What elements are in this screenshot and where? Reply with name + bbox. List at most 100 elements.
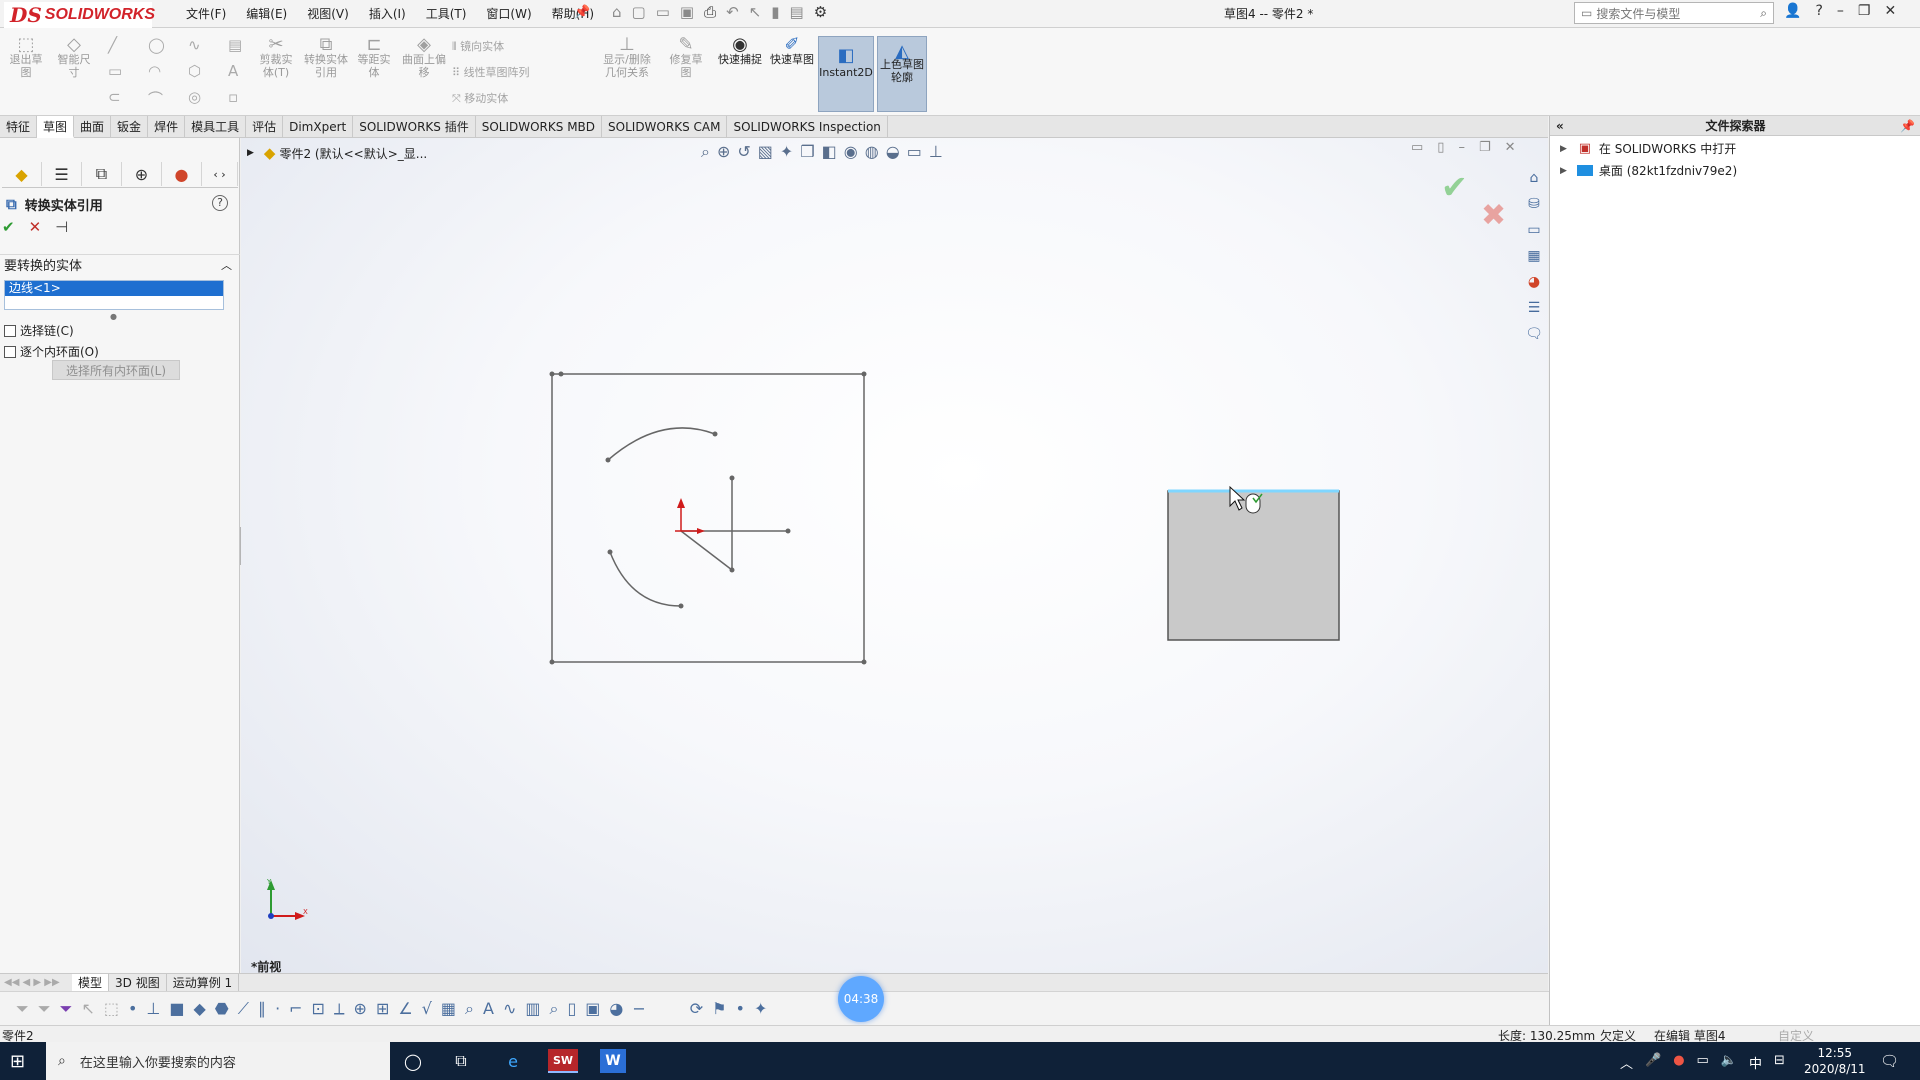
- tab-evaluate[interactable]: 评估: [246, 116, 284, 138]
- file-properties-icon[interactable]: ▤: [790, 3, 804, 21]
- image-icon[interactable]: ▣: [585, 999, 600, 1018]
- save-icon[interactable]: ▣: [680, 3, 694, 21]
- sketch-point[interactable]: [729, 475, 735, 481]
- circle-tool-icon[interactable]: ◯: [148, 36, 165, 54]
- home-icon[interactable]: ⌂: [612, 3, 622, 21]
- rebuild-icon[interactable]: ▮: [771, 3, 779, 21]
- user-account-icon[interactable]: 👤: [1784, 3, 1801, 19]
- ok-check-icon[interactable]: ✔: [2, 218, 15, 236]
- sketch-point[interactable]: [549, 659, 555, 665]
- instant2d-button[interactable]: ◧ Instant2D: [818, 36, 874, 112]
- close-icon[interactable]: ✕: [1884, 3, 1896, 19]
- menu-insert[interactable]: 插入(I): [359, 5, 416, 22]
- rotate-icon[interactable]: ⟳: [690, 999, 703, 1018]
- sketch-line-diagonal[interactable]: [680, 530, 733, 571]
- view-palette-icon[interactable]: ▦: [1523, 246, 1545, 266]
- collapse-pane-icon[interactable]: «: [1556, 116, 1564, 136]
- grid-snap-icon[interactable]: ⊞: [376, 999, 389, 1018]
- sketch-text-icon[interactable]: A: [228, 62, 238, 80]
- smart-dimension-button[interactable]: ◇ 智能尺寸: [54, 36, 94, 80]
- tab-navigation-arrows-icon[interactable]: ◀◀ ◀ ▶ ▶▶: [0, 977, 72, 988]
- tray-expand-chevron-icon[interactable]: ︿: [1620, 1053, 1633, 1072]
- linear-pattern-button[interactable]: ⠿ 线性草图阵列: [452, 64, 530, 80]
- undo-icon[interactable]: ↶: [726, 3, 739, 21]
- volume-icon[interactable]: 🔈: [1721, 1053, 1737, 1072]
- tab-surfaces[interactable]: 曲面: [74, 116, 112, 138]
- tabs-scroll-icon[interactable]: ‹ ›: [202, 162, 238, 186]
- flag-icon[interactable]: ⚑: [712, 999, 726, 1018]
- pin-menu-icon[interactable]: 📌: [574, 5, 590, 20]
- menu-view[interactable]: 视图(V): [297, 5, 359, 22]
- offset-on-surface-button[interactable]: ◈ 曲面上偏移: [402, 36, 446, 80]
- tab-solidworks-cam[interactable]: SOLIDWORKS CAM: [602, 116, 728, 138]
- taskbar-clock[interactable]: 12:55 2020/8/11: [1804, 1045, 1866, 1077]
- taskbar-search-input[interactable]: 在这里输入你要搜索的内容: [80, 1052, 236, 1071]
- help-icon[interactable]: ?: [1815, 3, 1822, 19]
- checkbox-box[interactable]: [4, 324, 16, 337]
- dash-icon[interactable]: −: [632, 999, 645, 1018]
- quick-snaps-button[interactable]: ◉ 快速捕捉: [718, 36, 762, 67]
- tab-solidworks-addins[interactable]: SOLIDWORKS 插件: [353, 116, 476, 138]
- design-library-icon[interactable]: ⛁: [1523, 194, 1545, 214]
- ime-language[interactable]: 中: [1749, 1053, 1762, 1072]
- arc-tool-icon[interactable]: ◠: [148, 62, 161, 80]
- sketch-point[interactable]: [549, 371, 555, 377]
- list-item-desktop[interactable]: ▶ 桌面 (82kt1fzdniv79e2): [1560, 162, 1737, 179]
- ime-mode-icon[interactable]: ⊟: [1774, 1053, 1785, 1072]
- sketch-point[interactable]: [607, 549, 613, 555]
- expand-arrow-icon[interactable]: ▶: [1560, 166, 1567, 176]
- polygon-tool-icon[interactable]: ⬡: [188, 62, 201, 80]
- new-document-icon[interactable]: ▢: [632, 3, 646, 21]
- slot-tool-icon[interactable]: ⊂: [108, 88, 121, 106]
- sketch-point[interactable]: [558, 371, 564, 377]
- measure-icon[interactable]: ⌕: [465, 999, 474, 1019]
- mirror-entities-button[interactable]: ⫴ 镜向实体: [452, 38, 504, 54]
- resize-handle-icon[interactable]: ●: [110, 312, 117, 321]
- parallel-relation-icon[interactable]: ∥: [258, 999, 266, 1018]
- tab-features[interactable]: 特征: [0, 116, 38, 138]
- help-icon[interactable]: ?: [212, 195, 228, 211]
- tab-solidworks-mbd[interactable]: SOLIDWORKS MBD: [476, 116, 603, 138]
- menu-file[interactable]: 文件(F): [176, 5, 236, 22]
- dimxpert-manager-tab-icon[interactable]: ⊕: [122, 162, 162, 186]
- chart-icon[interactable]: ▥: [525, 999, 540, 1018]
- filter-edges-icon[interactable]: ⏷: [38, 999, 51, 1019]
- entities-selection-box[interactable]: 边线<1>: [4, 280, 224, 310]
- print-icon[interactable]: ⎙: [704, 3, 716, 21]
- cancel-x-icon[interactable]: ✕: [29, 218, 42, 236]
- search-box[interactable]: ▭ 搜索文件与模型 ⌕: [1574, 2, 1774, 24]
- menu-tools[interactable]: 工具(T): [416, 5, 477, 22]
- task-view-icon[interactable]: ⧉: [448, 1049, 474, 1073]
- coincident-icon[interactable]: ⊡: [311, 999, 324, 1018]
- repair-sketch-button[interactable]: ✎ 修复草图: [666, 36, 706, 80]
- sketch-point[interactable]: [605, 457, 611, 463]
- sketch-point[interactable]: [729, 567, 735, 573]
- microphone-icon[interactable]: 🎤: [1645, 1053, 1661, 1072]
- tab-weldments[interactable]: 焊件: [148, 116, 186, 138]
- offset-entities-button[interactable]: ⊏ 等距实体: [354, 36, 394, 80]
- select-cursor-icon[interactable]: ↖: [749, 3, 762, 21]
- tab-solidworks-inspection[interactable]: SOLIDWORKS Inspection: [727, 116, 888, 138]
- antivirus-icon[interactable]: ●: [1673, 1053, 1684, 1072]
- list-item-open-in-solidworks[interactable]: ▶ ▣ 在 SOLIDWORKS 中打开: [1560, 140, 1736, 157]
- exit-sketch-button[interactable]: ⬚ 退出草图: [6, 36, 46, 80]
- point-tool-icon[interactable]: ◎: [188, 88, 201, 106]
- spline-tool-icon[interactable]: ∿: [188, 36, 201, 54]
- box-select-icon[interactable]: ⬚: [104, 999, 119, 1018]
- solidworks-logo[interactable]: DS SOLIDWORKS: [4, 2, 155, 28]
- menu-help[interactable]: 帮助(H): [542, 5, 604, 22]
- tab-sheet-metal[interactable]: 钣金: [111, 116, 149, 138]
- shaded-sketch-contours-button[interactable]: ◭ 上色草图轮廓: [877, 36, 927, 112]
- word-app-icon[interactable]: W: [600, 1049, 626, 1073]
- select-chain-checkbox[interactable]: 选择链(C): [4, 322, 74, 339]
- curve-icon[interactable]: ∿: [503, 999, 516, 1018]
- display-manager-tab-icon[interactable]: ●: [162, 162, 202, 186]
- sketch-point[interactable]: [785, 528, 791, 534]
- filter-faces-icon[interactable]: ⏷: [60, 999, 73, 1019]
- feature-manager-tab-icon[interactable]: ◆: [2, 162, 42, 186]
- filter-icon[interactable]: ⏷: [16, 999, 29, 1019]
- vertical-relation-icon[interactable]: ⊥: [146, 999, 160, 1018]
- cylinder-icon[interactable]: ▯: [567, 999, 576, 1018]
- appearances-scenes-icon[interactable]: ◕: [1523, 272, 1545, 292]
- rectangle-tool-icon[interactable]: ▭: [108, 62, 122, 80]
